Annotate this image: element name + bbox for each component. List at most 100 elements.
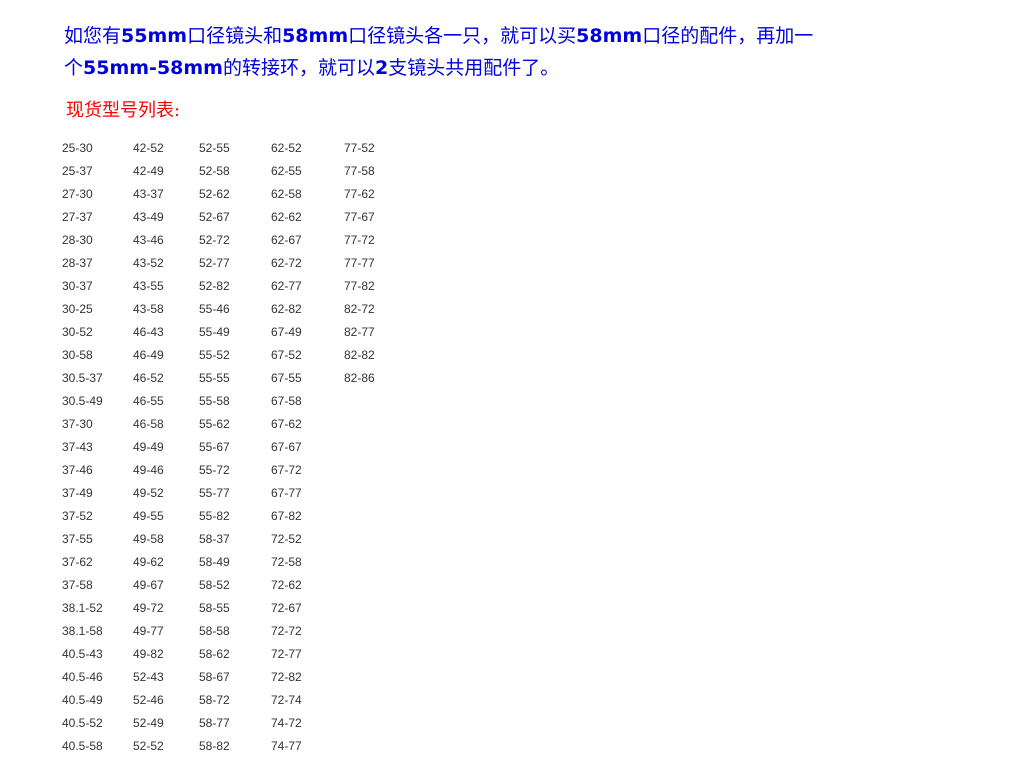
model-item: 58-82 <box>199 739 230 753</box>
model-item: 72-62 <box>271 578 302 592</box>
model-item: 46-58 <box>133 417 164 431</box>
model-item: 52-58 <box>199 164 230 178</box>
model-item: 43-46 <box>133 233 164 247</box>
model-item: 25-30 <box>62 141 93 155</box>
model-item: 55-82 <box>199 509 230 523</box>
intro-highlight: 2 <box>375 57 389 79</box>
model-item: 82-82 <box>344 348 375 362</box>
model-item: 62-67 <box>271 233 302 247</box>
model-item: 43-37 <box>133 187 164 201</box>
model-item: 67-77 <box>271 486 302 500</box>
model-item: 52-55 <box>199 141 230 155</box>
model-item: 28-37 <box>62 256 93 270</box>
model-item: 82-72 <box>344 302 375 316</box>
model-column: 77-52 77-58 77-62 77-67 77-72 77-77 77-82 82-72… <box>344 138 375 391</box>
model-item: 58-67 <box>199 670 230 684</box>
model-item: 46-43 <box>133 325 164 339</box>
model-item: 52-52 <box>133 739 164 753</box>
model-item: 37-43 <box>62 440 93 454</box>
model-item: 58-58 <box>199 624 230 638</box>
model-item: 37-30 <box>62 417 93 431</box>
intro-text: 口径镜头和 <box>187 25 283 47</box>
model-item: 40.5-46 <box>62 670 103 684</box>
model-item: 27-30 <box>62 187 93 201</box>
model-column: 52-55 52-58 52-62 52-67 52-72 52-77 52-82 55-46… <box>199 138 230 759</box>
model-item: 52-49 <box>133 716 164 730</box>
model-item: 55-49 <box>199 325 230 339</box>
intro-text: 口径的配件，再加一 <box>642 25 814 47</box>
model-item: 27-37 <box>62 210 93 224</box>
model-item: 55-62 <box>199 417 230 431</box>
model-item: 40.5-58 <box>62 739 103 753</box>
model-item: 72-67 <box>271 601 302 615</box>
model-item: 55-72 <box>199 463 230 477</box>
model-item: 30-37 <box>62 279 93 293</box>
intro-paragraph: 如您有55mm口径镜头和58mm口径镜头各一只，就可以买58mm口径的配件，再加… <box>64 20 964 84</box>
model-column: 25-30 25-37 27-30 27-37 28-30 28-37 30-37 30-25… <box>62 138 103 759</box>
model-item: 43-52 <box>133 256 164 270</box>
model-item: 62-52 <box>271 141 302 155</box>
model-item: 72-82 <box>271 670 302 684</box>
model-item: 55-55 <box>199 371 230 385</box>
model-item: 25-37 <box>62 164 93 178</box>
model-item: 37-49 <box>62 486 93 500</box>
intro-highlight: 55mm-58mm <box>83 57 223 79</box>
model-item: 77-82 <box>344 279 375 293</box>
model-item: 30-58 <box>62 348 93 362</box>
model-item: 62-58 <box>271 187 302 201</box>
model-item: 49-67 <box>133 578 164 592</box>
model-item: 30.5-49 <box>62 394 103 408</box>
model-item: 37-46 <box>62 463 93 477</box>
model-item: 58-52 <box>199 578 230 592</box>
intro-highlight: 58mm <box>282 25 349 47</box>
model-item: 77-52 <box>344 141 375 155</box>
model-item: 43-55 <box>133 279 164 293</box>
model-column: 62-52 62-55 62-58 62-62 62-67 62-72 62-77 62-82… <box>271 138 302 759</box>
model-item: 58-77 <box>199 716 230 730</box>
model-item: 43-49 <box>133 210 164 224</box>
model-item: 58-37 <box>199 532 230 546</box>
model-item: 30.5-37 <box>62 371 103 385</box>
model-item: 74-77 <box>271 739 302 753</box>
model-item: 52-72 <box>199 233 230 247</box>
model-item: 62-62 <box>271 210 302 224</box>
model-list-heading: 现货型号列表: <box>66 100 181 121</box>
model-item: 55-77 <box>199 486 230 500</box>
model-item: 52-82 <box>199 279 230 293</box>
model-item: 42-52 <box>133 141 164 155</box>
model-item: 46-52 <box>133 371 164 385</box>
intro-text: 的转接环，就可以 <box>222 57 375 79</box>
model-item: 82-77 <box>344 325 375 339</box>
model-item: 42-49 <box>133 164 164 178</box>
model-item: 40.5-49 <box>62 693 103 707</box>
model-item: 67-52 <box>271 348 302 362</box>
intro-text: 支镜头共用配件了。 <box>388 57 560 79</box>
model-item: 67-58 <box>271 394 302 408</box>
model-item: 49-52 <box>133 486 164 500</box>
intro-highlight: 55mm <box>121 25 188 47</box>
model-item: 49-82 <box>133 647 164 661</box>
model-item: 62-77 <box>271 279 302 293</box>
model-item: 58-62 <box>199 647 230 661</box>
model-item: 52-46 <box>133 693 164 707</box>
model-item: 49-62 <box>133 555 164 569</box>
model-item: 30-52 <box>62 325 93 339</box>
model-item: 49-46 <box>133 463 164 477</box>
model-item: 62-72 <box>271 256 302 270</box>
model-item: 52-77 <box>199 256 230 270</box>
model-item: 55-58 <box>199 394 230 408</box>
model-item: 55-67 <box>199 440 230 454</box>
model-item: 58-72 <box>199 693 230 707</box>
model-item: 55-52 <box>199 348 230 362</box>
model-item: 72-58 <box>271 555 302 569</box>
model-item: 77-67 <box>344 210 375 224</box>
model-item: 49-55 <box>133 509 164 523</box>
model-item: 52-67 <box>199 210 230 224</box>
model-item: 67-49 <box>271 325 302 339</box>
model-item: 77-72 <box>344 233 375 247</box>
model-item: 46-49 <box>133 348 164 362</box>
model-item: 52-43 <box>133 670 164 684</box>
intro-text: 口径镜头各一只，就可以买 <box>348 25 577 47</box>
model-item: 38.1-52 <box>62 601 103 615</box>
model-item: 67-72 <box>271 463 302 477</box>
